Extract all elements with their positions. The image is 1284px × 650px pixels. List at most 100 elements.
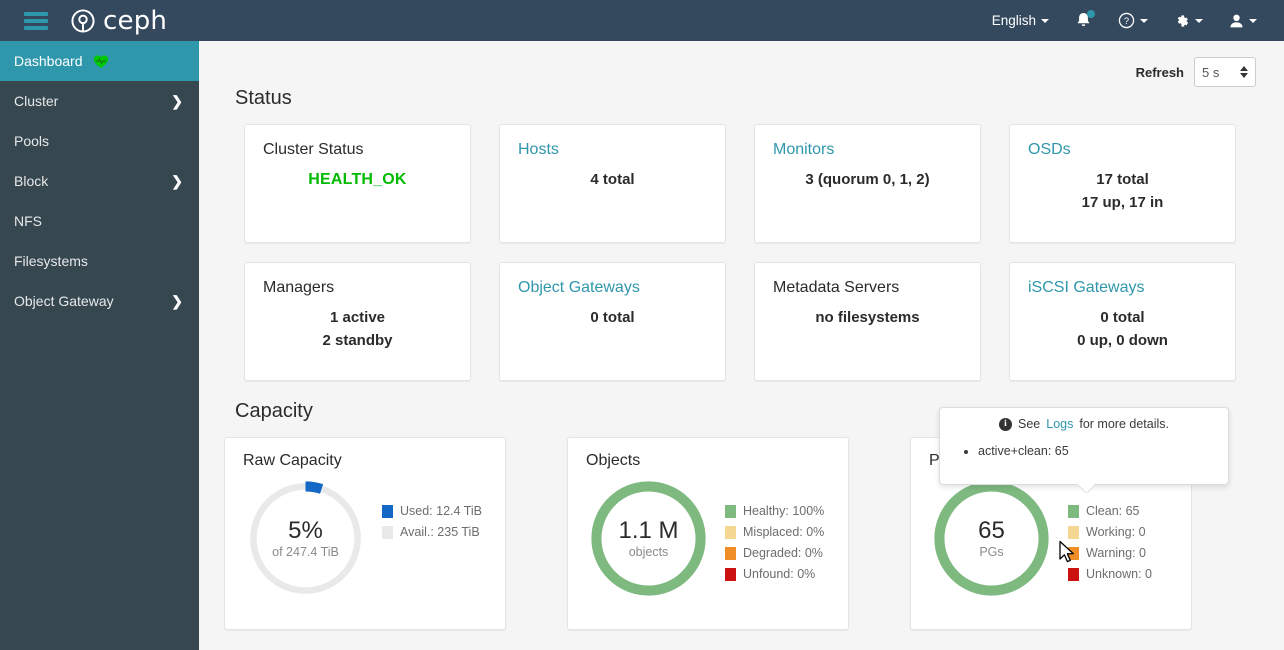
refresh-interval-select[interactable]: 5 s: [1194, 57, 1256, 87]
card-body: 1.1 M objects Healthy: 100% Misplaced: 0…: [586, 476, 848, 601]
brand-text: ceph: [103, 5, 168, 36]
legend-label: Avail.: 235 TiB: [400, 525, 480, 539]
chevron-right-icon: ❯: [171, 92, 183, 109]
notifications-button[interactable]: [1062, 0, 1105, 41]
status-card-metadata-servers: Metadata Servers no filesystems: [754, 262, 981, 381]
sidebar-item-label: Cluster: [14, 93, 59, 109]
card-value-secondary: 2 standby: [322, 332, 393, 349]
card-value: 4 total: [590, 171, 635, 188]
bell-icon: [1075, 10, 1095, 30]
card-title-link[interactable]: iSCSI Gateways: [1028, 279, 1217, 297]
list-item: active+clean: 65: [978, 444, 1216, 458]
health-status-value: HEALTH_OK: [308, 171, 407, 188]
legend-item: Warning: 0: [1068, 546, 1152, 560]
card-title-link[interactable]: Object Gateways: [518, 279, 707, 297]
chevron-down-icon: [1249, 18, 1257, 23]
status-card-iscsi-gateways: iSCSI Gateways 0 total 0 up, 0 down: [1009, 262, 1236, 381]
legend-swatch: [382, 525, 393, 539]
donut-center-label: 65 PGs: [929, 476, 1054, 601]
sidebar-item-label: Filesystems: [14, 253, 88, 269]
sidebar-item-block[interactable]: Block ❯: [0, 161, 199, 201]
logs-link[interactable]: Logs: [1046, 417, 1073, 431]
sidebar-item-pools[interactable]: Pools: [0, 121, 199, 161]
donut-center-label: 1.1 M objects: [586, 476, 711, 601]
sidebar-item-object-gateway[interactable]: Object Gateway ❯: [0, 281, 199, 321]
card-body: 65 PGs Clean: 65 Working: 0 Warning: 0 U…: [929, 476, 1191, 601]
card-value: 0 total: [590, 309, 635, 326]
donut-center-label: 5% of 247.4 TiB: [243, 476, 368, 601]
card-value: 1 active: [329, 309, 386, 326]
user-icon: [1230, 14, 1243, 27]
question-circle-icon: ?: [1118, 12, 1135, 29]
legend-item: Used: 12.4 TiB: [382, 504, 482, 518]
legend-swatch: [1068, 525, 1079, 539]
card-title: Raw Capacity: [243, 452, 342, 469]
status-card-row-2: Managers 1 active 2 standby Object Gatew…: [199, 262, 1284, 381]
card-title-link[interactable]: OSDs: [1028, 141, 1217, 159]
status-card-cluster-status: Cluster Status HEALTH_OK: [244, 124, 471, 243]
gear-icon: [1177, 14, 1188, 27]
sidebar-item-dashboard[interactable]: Dashboard: [0, 41, 199, 81]
card-title-link[interactable]: Hosts: [518, 141, 707, 159]
legend-item: Misplaced: 0%: [725, 525, 824, 539]
help-menu[interactable]: ?: [1105, 0, 1161, 41]
language-selector[interactable]: English: [979, 0, 1062, 41]
objects-legend: Healthy: 100% Misplaced: 0% Degraded: 0%: [725, 476, 824, 581]
card-value: 17 total: [1096, 171, 1149, 188]
status-section-title: Status: [235, 87, 292, 109]
sidebar-item-label: Object Gateway: [14, 293, 114, 309]
donut-sublabel: of 247.4 TiB: [272, 544, 339, 559]
legend-item: Clean: 65: [1068, 504, 1152, 518]
donut-sublabel: PGs: [979, 544, 1004, 559]
sidebar-item-label: Pools: [14, 133, 50, 149]
main-content: Refresh 5 s Status Cluster Status HEALTH…: [199, 41, 1284, 650]
status-card-row-1: Cluster Status HEALTH_OK Hosts 4 total M…: [199, 124, 1284, 243]
popover-arrow: [1078, 484, 1094, 493]
card-body: 17 total 17 up, 17 in: [1028, 159, 1217, 242]
card-title-link[interactable]: Monitors: [773, 141, 962, 159]
card-value-secondary: 17 up, 17 in: [1081, 194, 1164, 211]
legend-label: Degraded: 0%: [743, 546, 823, 560]
legend-label: Working: 0: [1086, 525, 1146, 539]
sidebar-item-filesystems[interactable]: Filesystems: [0, 241, 199, 281]
status-card-osds: OSDs 17 total 17 up, 17 in: [1009, 124, 1236, 243]
card-body: 0 total: [518, 297, 707, 380]
legend-label: Used: 12.4 TiB: [400, 504, 482, 518]
ceph-mark-icon: [71, 8, 95, 33]
refresh-control: Refresh 5 s: [199, 41, 1284, 87]
pg-status-donut-chart[interactable]: 65 PGs: [929, 476, 1054, 601]
legend-item: Unknown: 0: [1068, 567, 1152, 581]
card-value: no filesystems: [815, 309, 920, 326]
capacity-card-raw-capacity: Raw Capacity 5% of 247.4 TiB Used: 12.4 …: [224, 437, 506, 630]
donut-sublabel: objects: [628, 544, 669, 559]
legend-item: Working: 0: [1068, 525, 1152, 539]
legend-label: Clean: 65: [1086, 504, 1140, 518]
hamburger-menu-icon[interactable]: [24, 11, 48, 30]
spinner-icon: [1240, 66, 1248, 78]
legend-label: Unknown: 0: [1086, 567, 1153, 581]
ceph-logo[interactable]: ceph: [70, 8, 167, 34]
status-card-monitors: Monitors 3 (quorum 0, 1, 2): [754, 124, 981, 243]
capacity-card-objects: Objects 1.1 M objects Healthy: 100% Misp…: [567, 437, 849, 630]
popover-header: i See Logs for more details.: [952, 417, 1216, 431]
refresh-interval-value: 5 s: [1202, 64, 1220, 80]
settings-menu[interactable]: [1161, 0, 1216, 41]
popover-detail-list: active+clean: 65: [978, 444, 1216, 458]
chevron-right-icon: ❯: [171, 172, 183, 189]
user-menu[interactable]: [1216, 0, 1270, 41]
card-title: Cluster Status: [263, 141, 364, 158]
legend-swatch: [725, 525, 736, 539]
notification-badge: [1087, 10, 1095, 18]
card-title: Metadata Servers: [773, 279, 900, 296]
sidebar-item-nfs[interactable]: NFS: [0, 201, 199, 241]
sidebar-item-label: NFS: [14, 213, 42, 229]
chevron-down-icon: [1041, 18, 1049, 23]
sidebar-nav: Dashboard Cluster ❯ Pools Block ❯ NFS Fi…: [0, 41, 199, 650]
donut-value: 1.1 M: [618, 517, 679, 545]
legend-label: Unfound: 0%: [743, 567, 816, 581]
sidebar-item-cluster[interactable]: Cluster ❯: [0, 81, 199, 121]
navbar-right-menu: English ?: [979, 0, 1284, 41]
chevron-right-icon: ❯: [171, 292, 183, 309]
status-card-object-gateways: Object Gateways 0 total: [499, 262, 726, 381]
legend-item: Degraded: 0%: [725, 546, 824, 560]
